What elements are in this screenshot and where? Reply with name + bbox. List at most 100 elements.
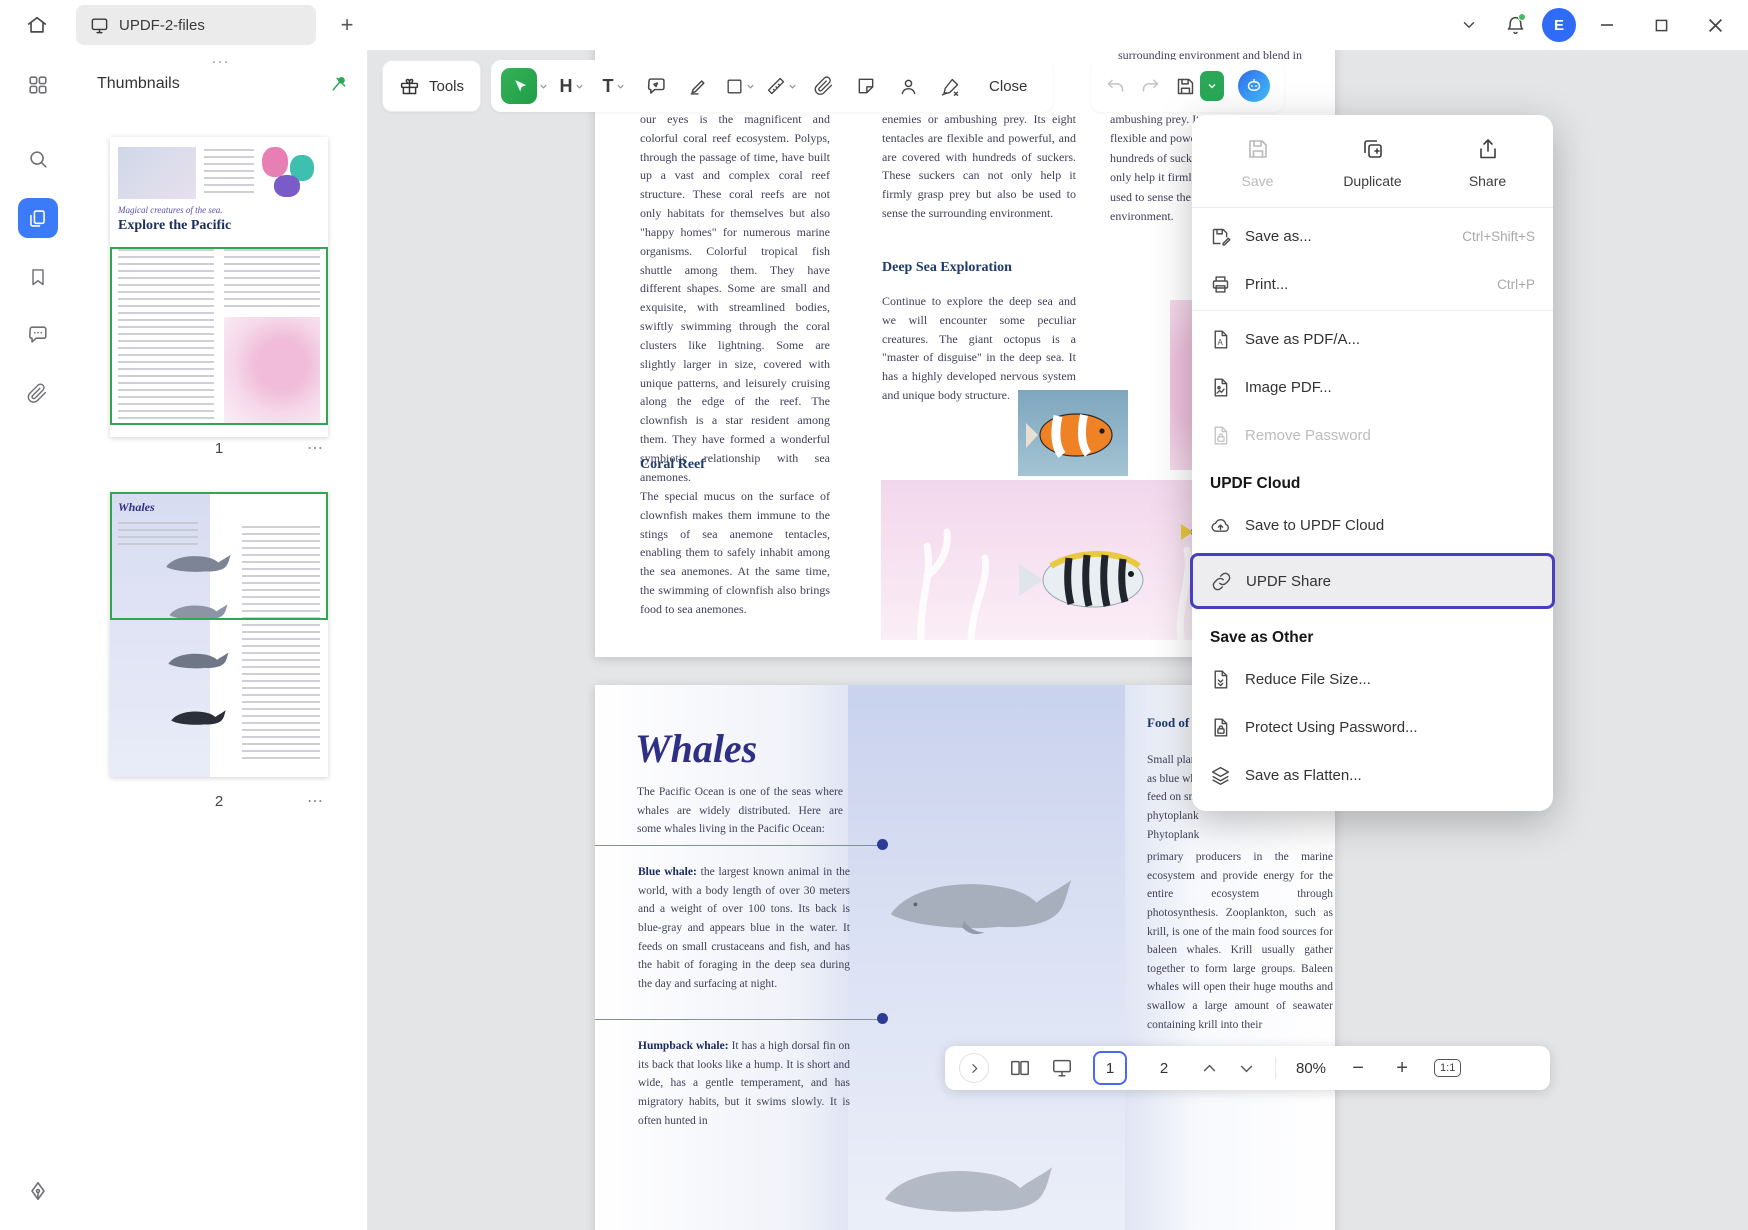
titlebar: UPDF-2-files + E [0,0,1748,50]
select-tool-chevron-icon[interactable] [538,81,549,92]
page2-right-heading: Food of [1147,715,1189,731]
menu-item-save-to-updf-cloud[interactable]: Save to UPDF Cloud [1192,501,1553,549]
highlighter-icon [688,76,708,96]
menu-item-print[interactable]: Print... Ctrl+P [1192,260,1553,308]
menu-divider [1192,207,1553,208]
zoom-out-button[interactable]: − [1346,1057,1370,1080]
document-tab[interactable]: UPDF-2-files [76,5,316,45]
page1-col2-paragraph2: Continue to explore the deep sea and we … [882,292,1076,405]
menu-item-protect-using-password[interactable]: Protect Using Password... [1192,703,1553,751]
home-button[interactable] [18,6,56,44]
search-icon [27,148,49,170]
menu-item-image-pdf[interactable]: Image PDF... [1192,363,1553,411]
undo-button[interactable] [1105,76,1126,97]
sidebar-item-apps[interactable] [17,64,59,106]
zoom-in-button[interactable]: + [1390,1057,1414,1080]
select-tool-button[interactable] [501,66,549,106]
thumbnails-header: Thumbnails [97,74,349,93]
close-editor-button[interactable]: Close [973,66,1043,106]
pdfa-document-icon: A [1210,329,1231,350]
quick-save-label: Save [1242,173,1274,189]
notifications-button[interactable] [1496,6,1534,44]
tools-button[interactable]: Tools [382,60,481,112]
page-thumbnail-2[interactable]: Whales [110,492,328,777]
save-icon[interactable] [1175,76,1196,97]
page-layout-button[interactable] [1009,1057,1031,1079]
chevron-down-icon [1460,16,1478,34]
shape-tool-button[interactable] [721,66,759,106]
ai-assistant-button[interactable] [1238,70,1270,102]
comment-tool-button[interactable] [637,66,675,106]
quick-share-button[interactable]: Share [1430,137,1545,189]
page1-col2-paragraph: enemies or ambushing prey. Its eight ten… [882,110,1076,223]
page-thumbnail-1[interactable]: Magical creatures of the sea. Explore th… [110,137,328,437]
menu-item-save-as-pdfa[interactable]: A Save as PDF/A... [1192,315,1553,363]
avatar-letter: E [1554,17,1564,34]
history-save-group [1091,60,1284,112]
previous-page-button[interactable] [1201,1060,1218,1077]
signature-tool-button[interactable] [889,66,927,106]
redo-button[interactable] [1140,76,1161,97]
menu-item-save-as-label: Save as... [1245,228,1312,245]
minimize-icon [1600,18,1614,32]
save-dropdown-button[interactable] [1200,71,1224,101]
bookmark-icon [28,267,48,287]
comment-icon [27,324,49,346]
menu-item-save-as[interactable]: Save as... Ctrl+Shift+S [1192,212,1553,260]
thumb2-more-button[interactable]: ⋯ [307,791,324,811]
attachment-tool-button[interactable] [805,66,843,106]
actual-size-button[interactable]: 1:1 [1434,1059,1461,1077]
page1-visible-area-indicator[interactable] [110,247,328,425]
shape-tool-chevron-icon[interactable] [745,81,756,92]
menu-item-remove-password[interactable]: Remove Password [1192,411,1553,459]
sidebar-item-attachments[interactable] [17,372,59,414]
sidebar-item-search[interactable] [17,138,59,180]
monitor-icon [90,16,109,35]
next-page-button[interactable] [1238,1060,1255,1077]
menu-item-reduce-file-size[interactable]: Reduce File Size... [1192,655,1553,703]
maximize-button[interactable] [1638,5,1684,45]
sidebar-item-comments[interactable] [17,314,59,356]
zoom-level[interactable]: 80% [1296,1060,1326,1077]
minimize-button[interactable] [1584,5,1630,45]
text-tool-button[interactable]: T [595,66,633,106]
page-button-1[interactable]: 1 [1093,1051,1127,1085]
document-tab-title: UPDF-2-files [119,17,205,34]
collapse-toolbar-button[interactable] [1450,6,1488,44]
page-button-2[interactable]: 2 [1147,1051,1181,1085]
new-tab-button[interactable]: + [330,8,364,42]
page2-visible-area-indicator[interactable] [110,492,328,620]
panel-drag-handle[interactable]: ⋯ [75,52,367,73]
text-tool-chevron-icon[interactable] [615,81,626,92]
text-tool-glyph: T [603,76,614,97]
menu-item-save-as-flatten[interactable]: Save as Flatten... [1192,751,1553,799]
quick-duplicate-button[interactable]: Duplicate [1315,137,1430,189]
sidebar-item-thumbnails[interactable] [18,198,58,238]
quick-save-button[interactable]: Save [1200,137,1315,189]
svg-text:A: A [1217,337,1223,346]
measure-tool-chevron-icon[interactable] [787,81,798,92]
left-icon-rail [0,50,75,1230]
expand-panel-button[interactable] [959,1053,989,1083]
pin-icon[interactable] [330,74,349,93]
status-bar: 1 2 80% − + 1:1 [945,1046,1550,1090]
page1-col1-paragraph: our eyes is the magnificent and colorful… [640,110,830,487]
pages-icon [27,208,48,229]
ai-robot-icon [1243,75,1265,97]
thumb1-more-button[interactable]: ⋯ [307,438,324,458]
menu-item-updf-share[interactable]: UPDF Share [1193,556,1552,606]
sidebar-item-pen-tool[interactable] [17,1170,59,1212]
measure-tool-button[interactable] [763,66,801,106]
presentation-button[interactable] [1051,1057,1073,1079]
sticker-tool-button[interactable] [847,66,885,106]
fill-sign-tool-button[interactable] [931,66,969,106]
user-avatar[interactable]: E [1542,8,1576,42]
sidebar-item-bookmarks[interactable] [17,256,59,298]
heading-tool-chevron-icon[interactable] [574,81,585,92]
menu-item-save-as-pdfa-label: Save as PDF/A... [1245,331,1360,348]
heading-tool-button[interactable]: H [553,66,591,106]
page2-title: Whales [635,725,757,772]
highlighter-tool-button[interactable] [679,66,717,106]
blue-whale-term: Blue whale: [638,866,697,878]
close-window-button[interactable] [1692,5,1738,45]
